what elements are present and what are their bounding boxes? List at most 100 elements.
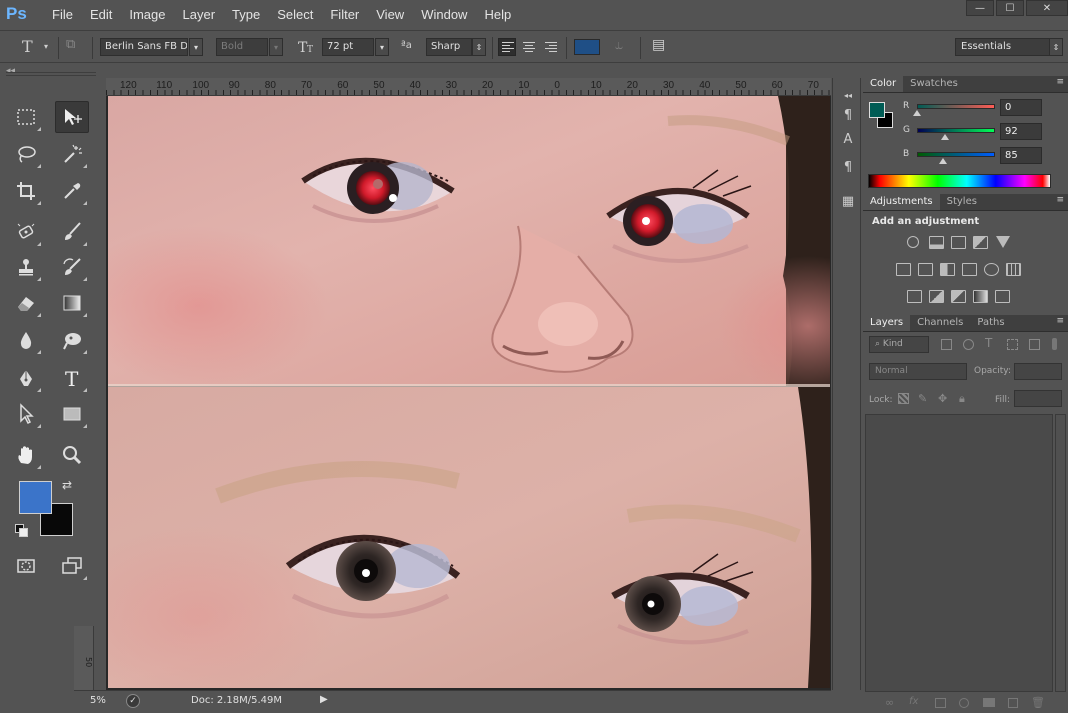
font-size-arrow-icon[interactable]: ▾ [375, 38, 389, 56]
quick-mask-icon[interactable] [9, 550, 43, 582]
tab-paths[interactable]: Paths [970, 315, 1011, 331]
pixel-layer-filter-icon[interactable] [941, 339, 952, 350]
adjustment-layer-filter-icon[interactable] [963, 339, 974, 350]
filter-toggle-icon[interactable] [1052, 338, 1057, 350]
toolbar-grip[interactable] [6, 72, 96, 76]
vertical-ruler[interactable]: 50 [74, 626, 94, 690]
move-tool-icon[interactable] [55, 101, 89, 133]
brightness-contrast-adjustment-icon[interactable] [907, 236, 919, 248]
tab-color[interactable]: Color [863, 76, 904, 92]
lock-position-icon[interactable]: ✥ [938, 392, 947, 405]
status-info-icon[interactable]: ✓ [126, 694, 140, 708]
spot-healing-brush-tool-icon[interactable] [9, 216, 43, 248]
opacity-field[interactable] [1014, 363, 1062, 380]
close-button[interactable]: ✕ [1026, 0, 1068, 16]
history-panel-icon[interactable]: ¶ [838, 104, 858, 126]
blue-slider-thumb[interactable] [938, 158, 947, 164]
warp-text-icon[interactable]: ⥿ [615, 37, 623, 53]
font-family-arrow-icon[interactable]: ▾ [189, 38, 203, 56]
menu-view[interactable]: View [368, 7, 413, 22]
hand-tool-icon[interactable] [9, 439, 43, 471]
new-group-icon[interactable] [983, 698, 995, 707]
workspace-select[interactable]: Essentials [955, 38, 1051, 56]
red-slider-thumb[interactable] [913, 110, 921, 116]
screen-mode-icon[interactable] [55, 550, 89, 582]
invert-adjustment-icon[interactable] [907, 290, 922, 303]
gradient-tool-icon[interactable] [55, 287, 89, 319]
eraser-tool-icon[interactable] [9, 287, 43, 319]
tab-swatches[interactable]: Swatches [903, 76, 965, 92]
type-layer-filter-icon[interactable]: T [985, 336, 992, 350]
link-layers-icon[interactable]: ∞ [885, 696, 894, 709]
align-right-button[interactable] [542, 38, 560, 56]
green-slider[interactable] [917, 128, 995, 133]
workspace-arrow-icon[interactable]: ⇕ [1049, 38, 1063, 56]
preset-dropdown-arrow-icon[interactable]: ▾ [44, 42, 48, 51]
selective-color-adjustment-icon[interactable] [995, 290, 1010, 303]
document-canvas[interactable] [108, 96, 830, 688]
marquee-tool-icon[interactable] [9, 101, 43, 133]
gradient-map-adjustment-icon[interactable] [973, 290, 988, 303]
smart-object-filter-icon[interactable] [1029, 339, 1040, 350]
color-panel-foreground-swatch[interactable] [869, 102, 885, 118]
zoom-level[interactable]: 5% [90, 695, 106, 706]
rectangle-tool-icon[interactable] [55, 398, 89, 430]
zoom-tool-icon[interactable] [55, 439, 89, 471]
red-slider[interactable] [917, 104, 995, 109]
text-color-swatch[interactable] [574, 39, 600, 55]
add-mask-icon[interactable] [935, 698, 946, 708]
blue-slider[interactable] [917, 152, 995, 157]
align-left-button[interactable] [498, 38, 516, 56]
color-balance-adjustment-icon[interactable] [940, 263, 955, 276]
eyedropper-tool-icon[interactable] [55, 175, 89, 207]
photo-filter-adjustment-icon[interactable] [984, 263, 999, 276]
menu-filter[interactable]: Filter [322, 7, 368, 22]
brush-tool-icon[interactable] [55, 216, 89, 248]
exposure-adjustment-icon[interactable] [973, 236, 988, 249]
blend-mode-select[interactable]: Normal [869, 363, 967, 380]
blue-value-field[interactable]: 85 [1000, 147, 1042, 164]
layer-style-icon[interactable]: fx [909, 696, 918, 707]
levels-adjustment-icon[interactable] [929, 236, 944, 249]
font-style-select[interactable]: Bold [216, 38, 268, 56]
lock-image-icon[interactable]: ✎ [918, 392, 927, 405]
tab-layers[interactable]: Layers [863, 315, 911, 331]
swap-colors-icon[interactable]: ⇄ [62, 478, 72, 492]
type-tool-preset-icon[interactable]: T [22, 37, 33, 56]
lock-transparent-icon[interactable] [898, 393, 909, 404]
foreground-color-swatch[interactable] [19, 481, 52, 514]
font-size-input[interactable]: 72 pt [322, 38, 374, 56]
dodge-tool-icon[interactable] [55, 324, 89, 356]
vibrance-adjustment-icon[interactable] [896, 263, 911, 276]
font-style-arrow-icon[interactable]: ▾ [269, 38, 283, 56]
paragraph-panel-icon[interactable]: ¶ [838, 156, 858, 178]
pen-tool-icon[interactable] [9, 362, 43, 394]
dock-collapse-icon[interactable]: ◂◂ [838, 84, 858, 106]
font-family-select[interactable]: Berlin Sans FB D... [100, 38, 188, 56]
panel-menu-icon[interactable]: ≡ [1056, 77, 1064, 87]
menu-help[interactable]: Help [476, 7, 520, 22]
default-colors-icon[interactable] [15, 524, 29, 538]
layers-scrollbar[interactable] [1055, 414, 1066, 692]
green-slider-thumb[interactable] [941, 134, 950, 140]
menu-type[interactable]: Type [224, 7, 269, 22]
gradient-map-triangle-icon[interactable] [996, 236, 1010, 248]
photoshop-logo[interactable]: Ps [6, 3, 32, 25]
curves-adjustment-icon[interactable] [951, 236, 966, 249]
menu-edit[interactable]: Edit [82, 7, 121, 22]
color-spectrum-ramp[interactable] [868, 174, 1051, 188]
maximize-button[interactable]: ☐ [996, 0, 1024, 16]
status-menu-arrow-icon[interactable]: ▶ [320, 694, 328, 705]
hue-saturation-adjustment-icon[interactable] [918, 263, 933, 276]
red-value-field[interactable]: 0 [1000, 99, 1042, 116]
tab-adjustments[interactable]: Adjustments [863, 194, 940, 210]
path-selection-tool-icon[interactable] [9, 398, 43, 430]
history-brush-tool-icon[interactable] [55, 251, 89, 283]
blur-tool-icon[interactable] [9, 324, 43, 356]
channel-mixer-adjustment-icon[interactable] [1006, 263, 1021, 276]
layers-list[interactable] [865, 414, 1053, 692]
minimize-button[interactable]: — [966, 0, 994, 16]
new-layer-icon[interactable] [1008, 698, 1018, 708]
text-orientation-icon[interactable]: ⧉ [66, 37, 75, 52]
lasso-tool-icon[interactable] [9, 138, 43, 170]
